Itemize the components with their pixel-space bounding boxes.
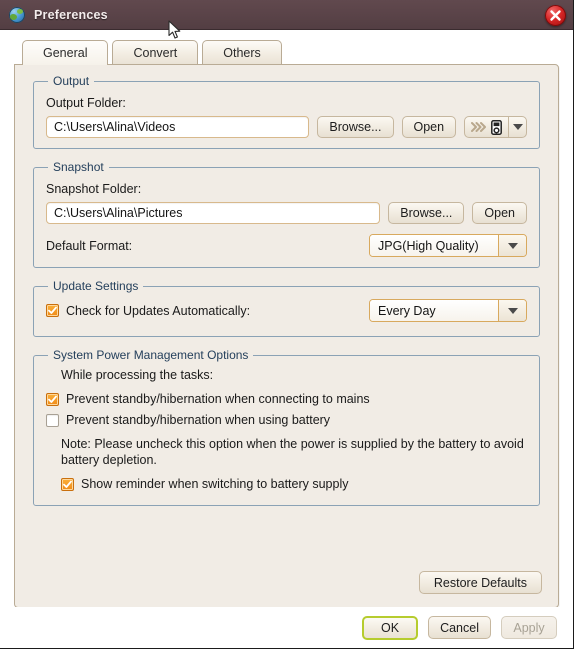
chevron-down-icon [507,307,518,314]
tab-others-label: Others [223,45,261,60]
apply-label: Apply [513,620,545,635]
prevent-standby-battery-label: Prevent standby/hibernation when using b… [66,413,331,427]
output-device-button[interactable] [465,117,510,137]
default-format-label: Default Format: [46,238,133,253]
cancel-button[interactable]: Cancel [428,616,491,639]
update-frequency-value: Every Day [370,300,498,321]
output-group-title: Output [48,74,95,88]
show-reminder-checkbox[interactable] [61,477,74,491]
update-frequency-dropdown-arrow[interactable] [498,300,526,321]
restore-defaults-label: Restore Defaults [433,575,527,590]
power-intro-text: While processing the tasks: [61,368,214,382]
check-updates-checkbox[interactable] [46,304,59,317]
output-folder-value: C:\Users\Alina\Videos [54,120,176,134]
output-open-label: Open [413,120,445,134]
output-device-dropdown[interactable] [509,117,526,137]
default-format-value: JPG(High Quality) [370,235,498,256]
snapshot-browse-label: Browse... [400,206,453,220]
snapshot-folder-label: Snapshot Folder: [46,182,142,196]
snapshot-folder-value: C:\Users\Alina\Pictures [54,206,183,220]
default-format-dropdown-arrow[interactable] [498,235,526,256]
tab-convert-label: Convert [133,45,178,60]
prevent-standby-battery-checkbox[interactable] [46,413,59,427]
title-bar: Preferences [0,0,573,39]
tab-general-label: General [43,46,88,60]
show-reminder-label: Show reminder when switching to battery … [81,477,349,491]
double-chevron-icon [471,122,487,132]
preferences-window: Preferences General Convert Others Outpu… [0,0,574,649]
snapshot-browse-button[interactable]: Browse... [388,202,465,224]
ok-button[interactable]: OK [362,615,419,640]
snapshot-open-label: Open [484,206,515,220]
show-reminder-row[interactable]: Show reminder when switching to battery … [61,477,527,491]
snapshot-folder-input[interactable]: C:\Users\Alina\Pictures [46,202,381,224]
update-frequency-select[interactable]: Every Day [369,299,527,322]
check-updates-label: Check for Updates Automatically: [66,303,251,318]
update-settings-group: Update Settings Check for Updates Automa… [33,279,540,337]
dialog-footer: OK Cancel Apply [0,607,573,648]
close-icon[interactable] [545,5,566,26]
output-open-button[interactable]: Open [401,116,457,138]
app-globe-icon [8,6,26,24]
output-group: Output Output Folder: C:\Users\Alina\Vid… [33,74,540,149]
output-device-split-button[interactable] [464,116,527,138]
chevron-down-icon [507,242,518,249]
prevent-standby-mains-label: Prevent standby/hibernation when connect… [66,392,370,406]
tab-others[interactable]: Others [202,40,282,64]
output-browse-button[interactable]: Browse... [317,116,394,138]
device-ipod-icon [491,119,503,135]
power-management-group-title: System Power Management Options [48,348,254,362]
prevent-standby-battery-row[interactable]: Prevent standby/hibernation when using b… [46,413,527,427]
prevent-standby-mains-checkbox[interactable] [46,392,59,406]
snapshot-open-button[interactable]: Open [472,202,527,224]
restore-defaults-button[interactable]: Restore Defaults [418,571,542,594]
apply-button[interactable]: Apply [501,616,557,639]
update-settings-group-title: Update Settings [48,279,144,293]
cancel-label: Cancel [440,620,479,635]
snapshot-group-title: Snapshot [48,160,109,174]
chevron-down-icon [512,124,523,130]
output-browse-label: Browse... [329,120,382,134]
check-icon [48,395,57,403]
prevent-standby-mains-row[interactable]: Prevent standby/hibernation when connect… [46,392,527,406]
power-management-group: System Power Management Options While pr… [33,348,540,506]
restore-defaults-wrapper: Restore Defaults [418,571,542,594]
check-icon [63,480,72,488]
output-folder-input[interactable]: C:\Users\Alina\Videos [46,116,310,138]
general-tab-panel: Output Output Folder: C:\Users\Alina\Vid… [14,64,559,608]
tab-strip: General Convert Others [22,39,573,65]
check-icon [48,306,57,314]
power-note-text: Note: Please uncheck this option when th… [61,437,524,467]
ok-label: OK [381,620,400,635]
snapshot-group: Snapshot Snapshot Folder: C:\Users\Alina… [33,160,540,268]
output-folder-label: Output Folder: [46,96,126,110]
default-format-select[interactable]: JPG(High Quality) [369,234,527,257]
tab-general[interactable]: General [22,40,109,65]
tab-convert[interactable]: Convert [112,40,199,64]
window-title: Preferences [34,7,108,22]
